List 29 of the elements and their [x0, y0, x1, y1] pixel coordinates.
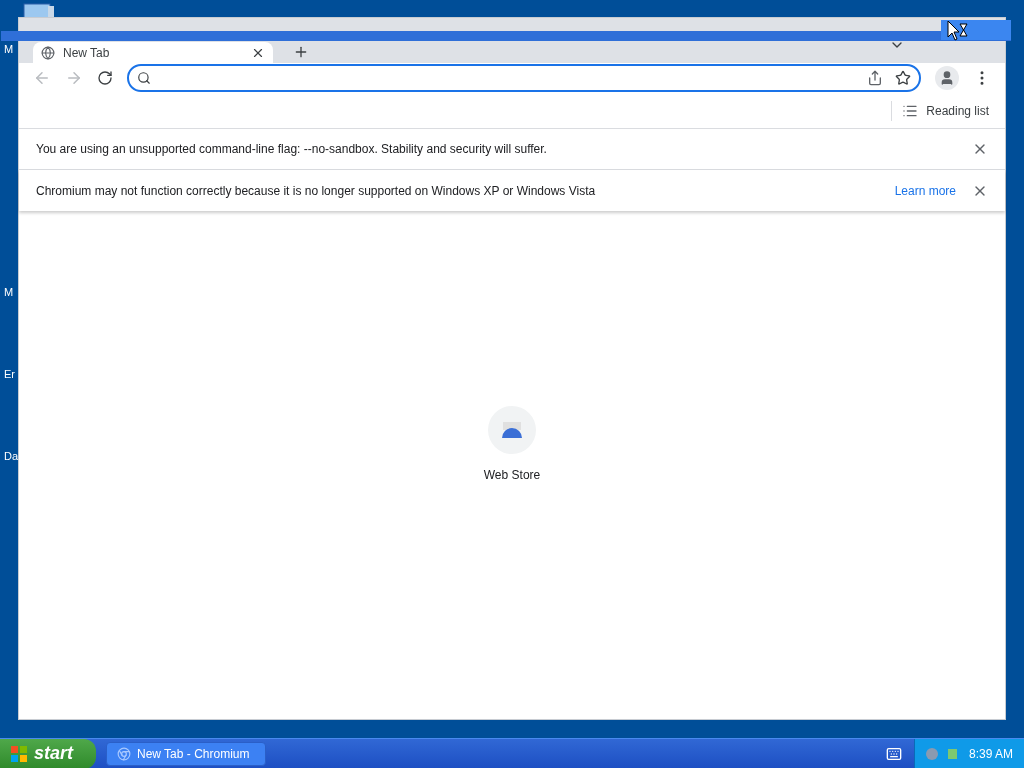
learn-more-link[interactable]: Learn more — [894, 181, 956, 200]
keyboard-icon[interactable] — [886, 745, 902, 762]
desktop-icon-label[interactable]: Er — [4, 366, 15, 383]
reload-icon[interactable] — [97, 70, 113, 86]
windows-logo-icon — [10, 744, 28, 763]
reading-list-button[interactable]: Reading list — [902, 101, 989, 120]
taskbar-button[interactable]: New Tab - Chromium — [106, 741, 266, 766]
shortcut-label: Web Store — [483, 467, 541, 484]
share-icon[interactable] — [867, 70, 883, 86]
person-icon — [939, 70, 955, 86]
computer-icon[interactable] — [22, 2, 56, 18]
web-store-icon — [501, 422, 523, 438]
desktop-icon-label[interactable]: Da — [4, 448, 19, 465]
infobar-message: You are using an unsupported command-line flag: --no-sandbox. Stability and security will suffer. — [36, 141, 548, 158]
browser-tab[interactable]: New Tab — [33, 42, 273, 63]
tab-title: New Tab — [63, 44, 111, 62]
browser-icon — [117, 746, 131, 761]
search-icon — [137, 71, 151, 85]
pointer-icon — [947, 20, 969, 42]
bookmark-star-icon[interactable] — [895, 70, 911, 86]
address-bar[interactable] — [127, 64, 921, 92]
infobar-message: Chromium may not function correctly because it is no longer supported on Windows XP or Windows Vista — [36, 182, 597, 200]
profile-button[interactable] — [935, 66, 959, 90]
new-tab-icon[interactable] — [293, 44, 309, 60]
shortcut-tile[interactable] — [488, 406, 536, 454]
desktop-icon-label[interactable]: M — [4, 284, 14, 301]
start-button[interactable]: start — [0, 738, 96, 768]
desktop-icon-label[interactable]: M — [4, 41, 14, 58]
globe-icon — [41, 45, 55, 60]
